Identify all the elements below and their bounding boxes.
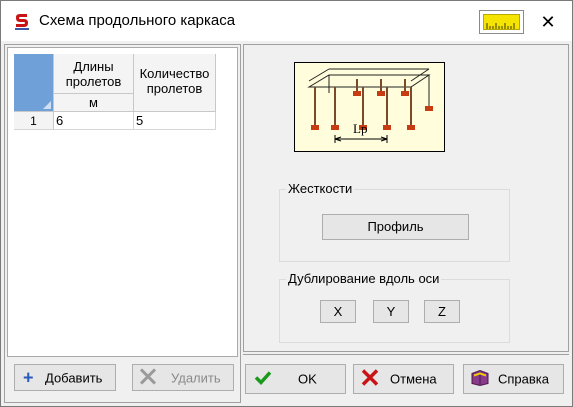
help-button[interactable]: Справка <box>463 364 564 394</box>
close-button[interactable]: ✕ <box>533 9 563 35</box>
stiffness-group-title: Жесткости <box>286 181 355 196</box>
delete-button[interactable]: Удалить <box>132 364 234 391</box>
window-title: Схема продольного каркаса <box>39 12 236 29</box>
span-length-label: Lp <box>353 121 367 136</box>
help-button-label: Справка <box>498 371 549 387</box>
settings-panel: Lp Жесткости Профиль Дублирование вдоль … <box>243 44 569 352</box>
cancel-button[interactable]: Отмена <box>353 364 454 394</box>
plus-icon: + <box>23 367 34 387</box>
duplication-group-title: Дублирование вдоль оси <box>286 271 442 286</box>
add-button[interactable]: + Добавить <box>14 364 116 391</box>
cell-span-length[interactable]: 6 <box>54 112 134 130</box>
select-all-corner[interactable] <box>14 54 54 112</box>
title-bar: Схема продольного каркаса ✕ <box>1 1 572 41</box>
frame-scheme-drawing: Lp <box>307 68 433 143</box>
close-icon: ✕ <box>540 12 556 32</box>
dialog-body: Длины пролетов м Количество пролетов 1 6… <box>1 41 572 406</box>
ok-button-label: OK <box>298 371 317 387</box>
footer-divider <box>243 354 569 355</box>
column-header-span-length[interactable]: Длины пролетов <box>54 54 134 94</box>
frame-scheme-image: Lp <box>294 62 445 152</box>
ruler-icon <box>483 14 520 30</box>
help-book-icon <box>470 369 490 390</box>
stiffness-group: Жесткости Профиль <box>279 181 510 262</box>
row-number[interactable]: 1 <box>14 112 54 130</box>
app-logo-icon <box>13 13 31 31</box>
dialog-window: Схема продольного каркаса ✕ Длины пролет… <box>0 0 573 407</box>
ruler-button[interactable] <box>479 10 524 34</box>
cell-span-count[interactable]: 5 <box>134 112 216 130</box>
checkmark-icon <box>254 370 272 389</box>
cancel-button-label: Отмена <box>390 371 437 387</box>
duplication-group: Дублирование вдоль оси X Y Z <box>279 271 510 343</box>
profile-button[interactable]: Профиль <box>322 214 469 240</box>
add-button-label: Добавить <box>45 370 103 385</box>
axis-x-button[interactable]: X <box>320 300 356 323</box>
cancel-x-icon <box>360 369 380 390</box>
column-unit-span-length: м <box>54 94 134 112</box>
ok-button[interactable]: OK <box>245 364 346 394</box>
delete-x-icon <box>139 367 157 387</box>
axis-y-button[interactable]: Y <box>373 300 409 323</box>
axis-z-button[interactable]: Z <box>424 300 460 323</box>
spans-panel: Длины пролетов м Количество пролетов 1 6… <box>4 44 241 403</box>
column-header-span-count[interactable]: Количество пролетов <box>134 54 216 112</box>
spans-grid-area: Длины пролетов м Количество пролетов 1 6… <box>7 47 238 357</box>
delete-button-label: Удалить <box>171 370 221 385</box>
